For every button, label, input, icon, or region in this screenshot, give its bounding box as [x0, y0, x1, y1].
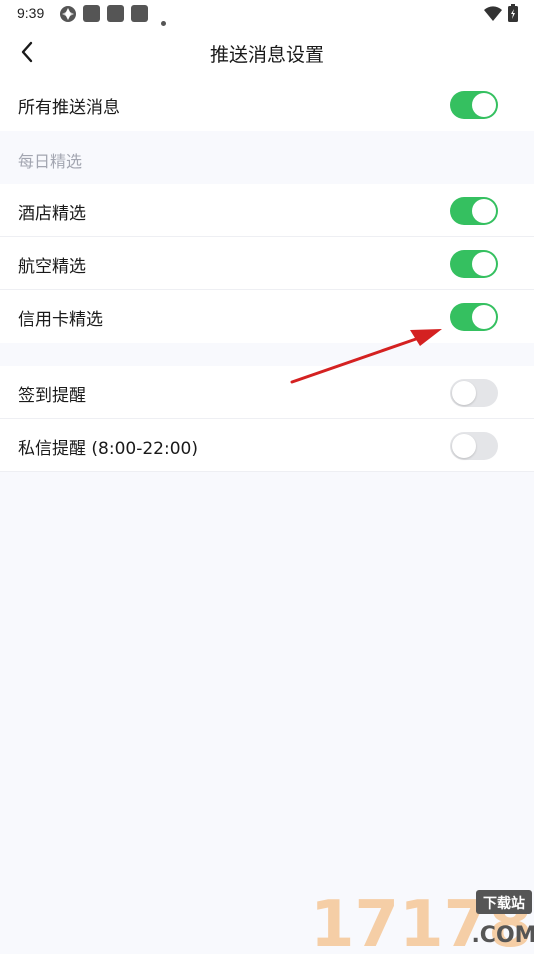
setting-row-credit-card: 信用卡精选 — [0, 290, 534, 343]
hotel-picks-toggle[interactable] — [450, 197, 498, 225]
battery-icon — [508, 4, 518, 26]
status-time: 9:39 — [17, 5, 45, 21]
section-label: 每日精选 — [18, 152, 83, 171]
svg-text:.COM: .COM — [471, 923, 534, 948]
header: 推送消息设置 — [0, 28, 534, 78]
setting-row-checkin-reminder: 签到提醒 — [0, 366, 534, 419]
svg-text:下载站: 下载站 — [483, 895, 525, 912]
app-notification-icon — [107, 5, 124, 26]
setting-label: 航空精选 — [18, 257, 86, 277]
toggle-knob — [472, 93, 496, 117]
setting-row-hotel: 酒店精选 — [0, 184, 534, 237]
airline-picks-toggle[interactable] — [450, 250, 498, 278]
setting-label: 酒店精选 — [18, 204, 86, 224]
watermark-logo: 17178 下载站 .COM — [310, 886, 534, 954]
wifi-icon — [484, 6, 502, 25]
message-reminder-toggle[interactable] — [450, 432, 498, 460]
credit-card-picks-toggle[interactable] — [450, 303, 498, 331]
toggle-knob — [452, 434, 476, 458]
all-push-toggle[interactable] — [450, 91, 498, 119]
page-title: 推送消息设置 — [209, 44, 324, 66]
setting-label: 签到提醒 — [18, 386, 86, 406]
setting-label: 所有推送消息 — [18, 98, 120, 118]
setting-row-message-reminder: 私信提醒 (8:00-22:00) — [0, 419, 534, 472]
toggle-knob — [472, 252, 496, 276]
app-notification-icon — [131, 5, 148, 26]
checkin-reminder-toggle[interactable] — [450, 379, 498, 407]
toggle-knob — [452, 381, 476, 405]
setting-label: 信用卡精选 — [18, 310, 103, 330]
sync-icon — [59, 5, 77, 27]
toggle-knob — [472, 305, 496, 329]
setting-row-all-push: 所有推送消息 — [0, 78, 534, 131]
section-header-daily: 每日精选 — [0, 131, 534, 183]
app-notification-icon — [83, 5, 100, 26]
setting-row-airline: 航空精选 — [0, 237, 534, 290]
status-bar: 9:39 — [0, 0, 534, 28]
setting-label: 私信提醒 (8:00-22:00) — [18, 439, 198, 459]
toggle-knob — [472, 199, 496, 223]
